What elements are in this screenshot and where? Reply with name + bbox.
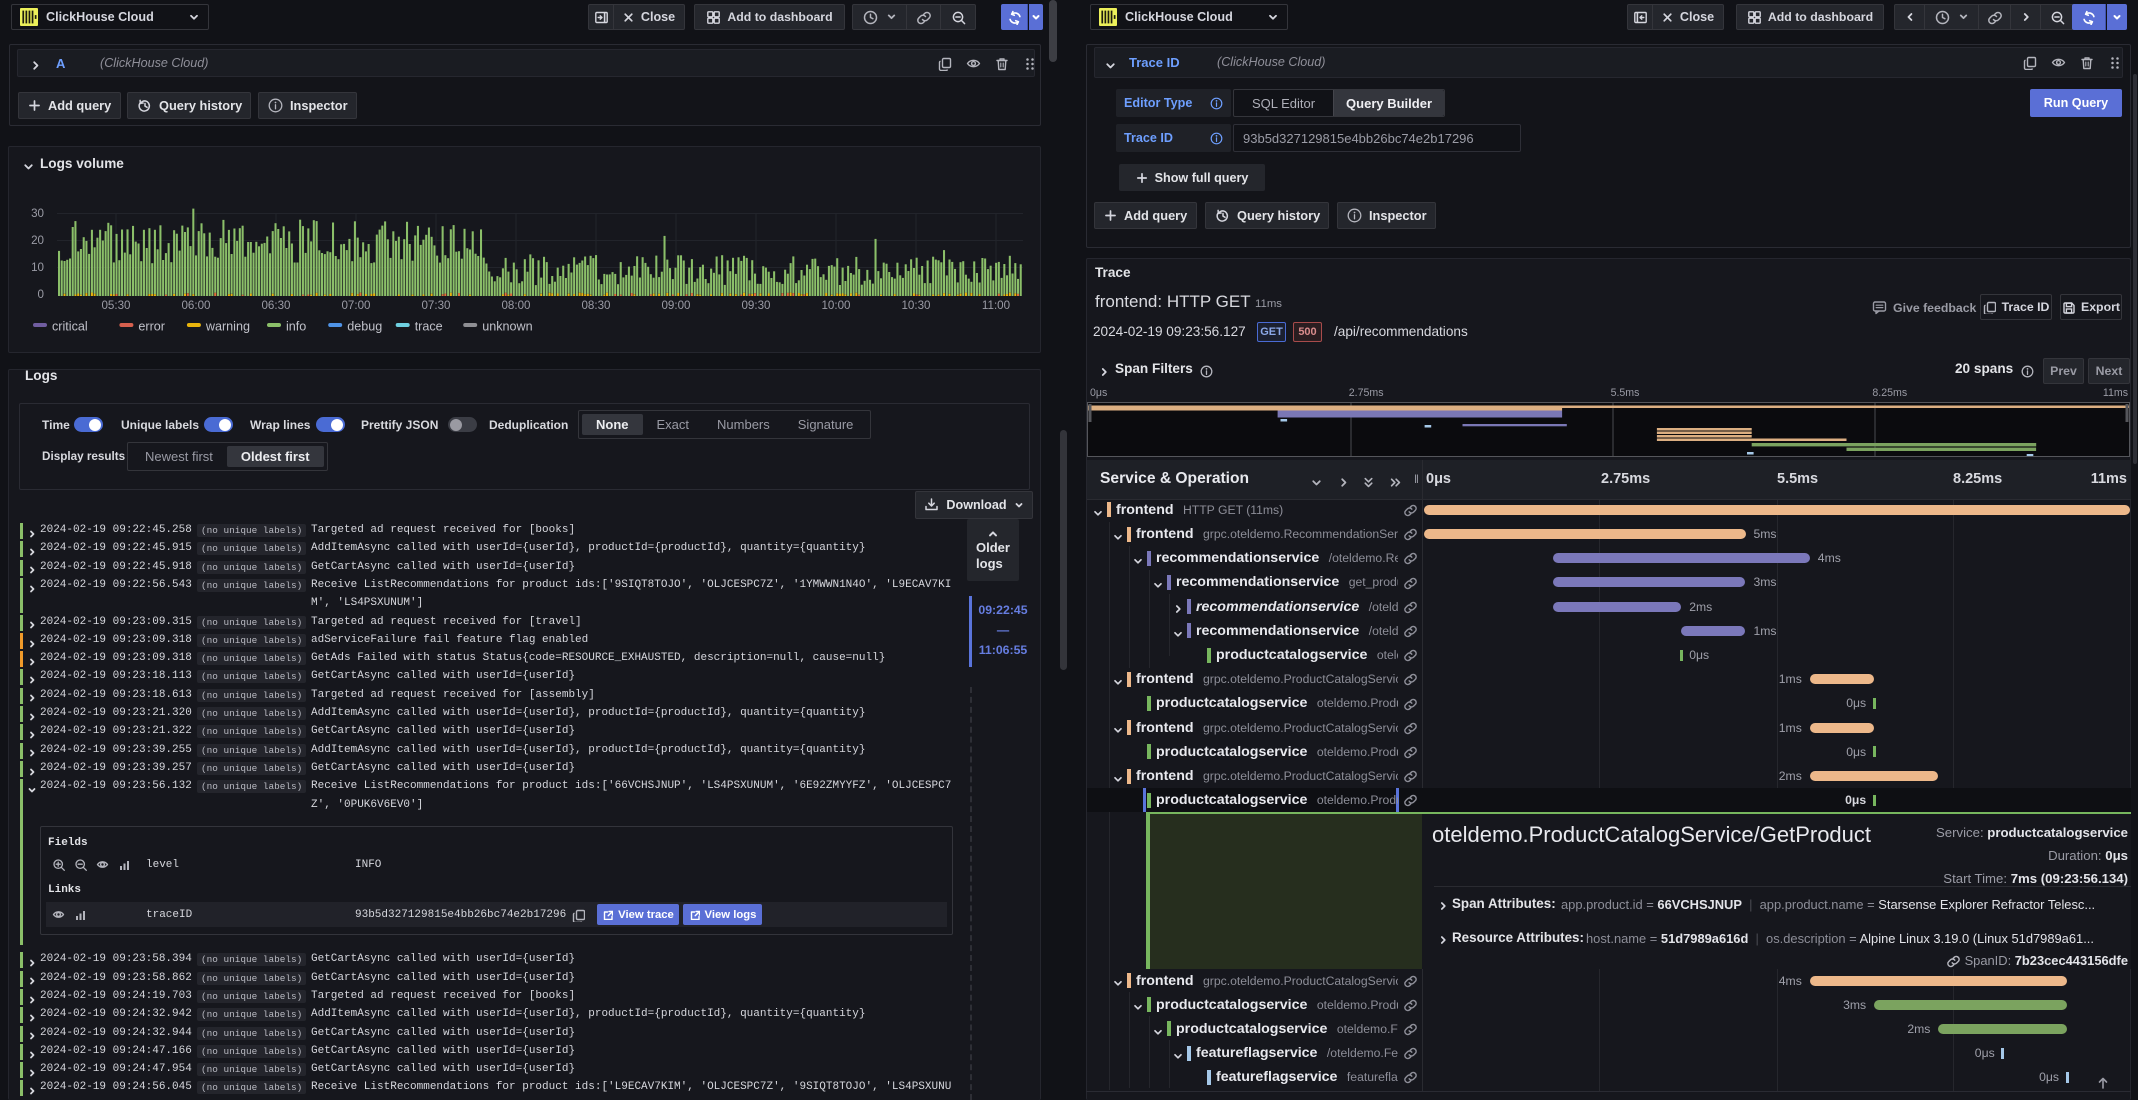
svg-text:05:30: 05:30 xyxy=(101,299,130,312)
svg-text:0: 0 xyxy=(38,288,44,301)
svg-text:09:30: 09:30 xyxy=(741,299,770,312)
svg-text:10: 10 xyxy=(31,261,44,274)
svg-text:07:00: 07:00 xyxy=(341,299,370,312)
svg-text:10:30: 10:30 xyxy=(901,299,930,312)
svg-text:trace: trace xyxy=(415,320,443,334)
svg-text:11:00: 11:00 xyxy=(982,299,1010,312)
svg-text:info: info xyxy=(286,320,306,334)
svg-text:20: 20 xyxy=(31,234,44,247)
svg-text:unknown: unknown xyxy=(482,320,532,334)
svg-text:warning: warning xyxy=(205,320,250,334)
svg-text:critical: critical xyxy=(52,320,88,334)
svg-text:10:00: 10:00 xyxy=(821,299,850,312)
svg-text:06:00: 06:00 xyxy=(181,299,210,312)
svg-text:debug: debug xyxy=(347,320,382,334)
svg-text:08:30: 08:30 xyxy=(581,299,610,312)
svg-text:06:30: 06:30 xyxy=(261,299,290,312)
svg-text:07:30: 07:30 xyxy=(421,299,450,312)
svg-text:08:00: 08:00 xyxy=(501,299,530,312)
svg-text:30: 30 xyxy=(31,207,44,220)
svg-text:09:00: 09:00 xyxy=(661,299,690,312)
svg-text:error: error xyxy=(138,320,165,334)
